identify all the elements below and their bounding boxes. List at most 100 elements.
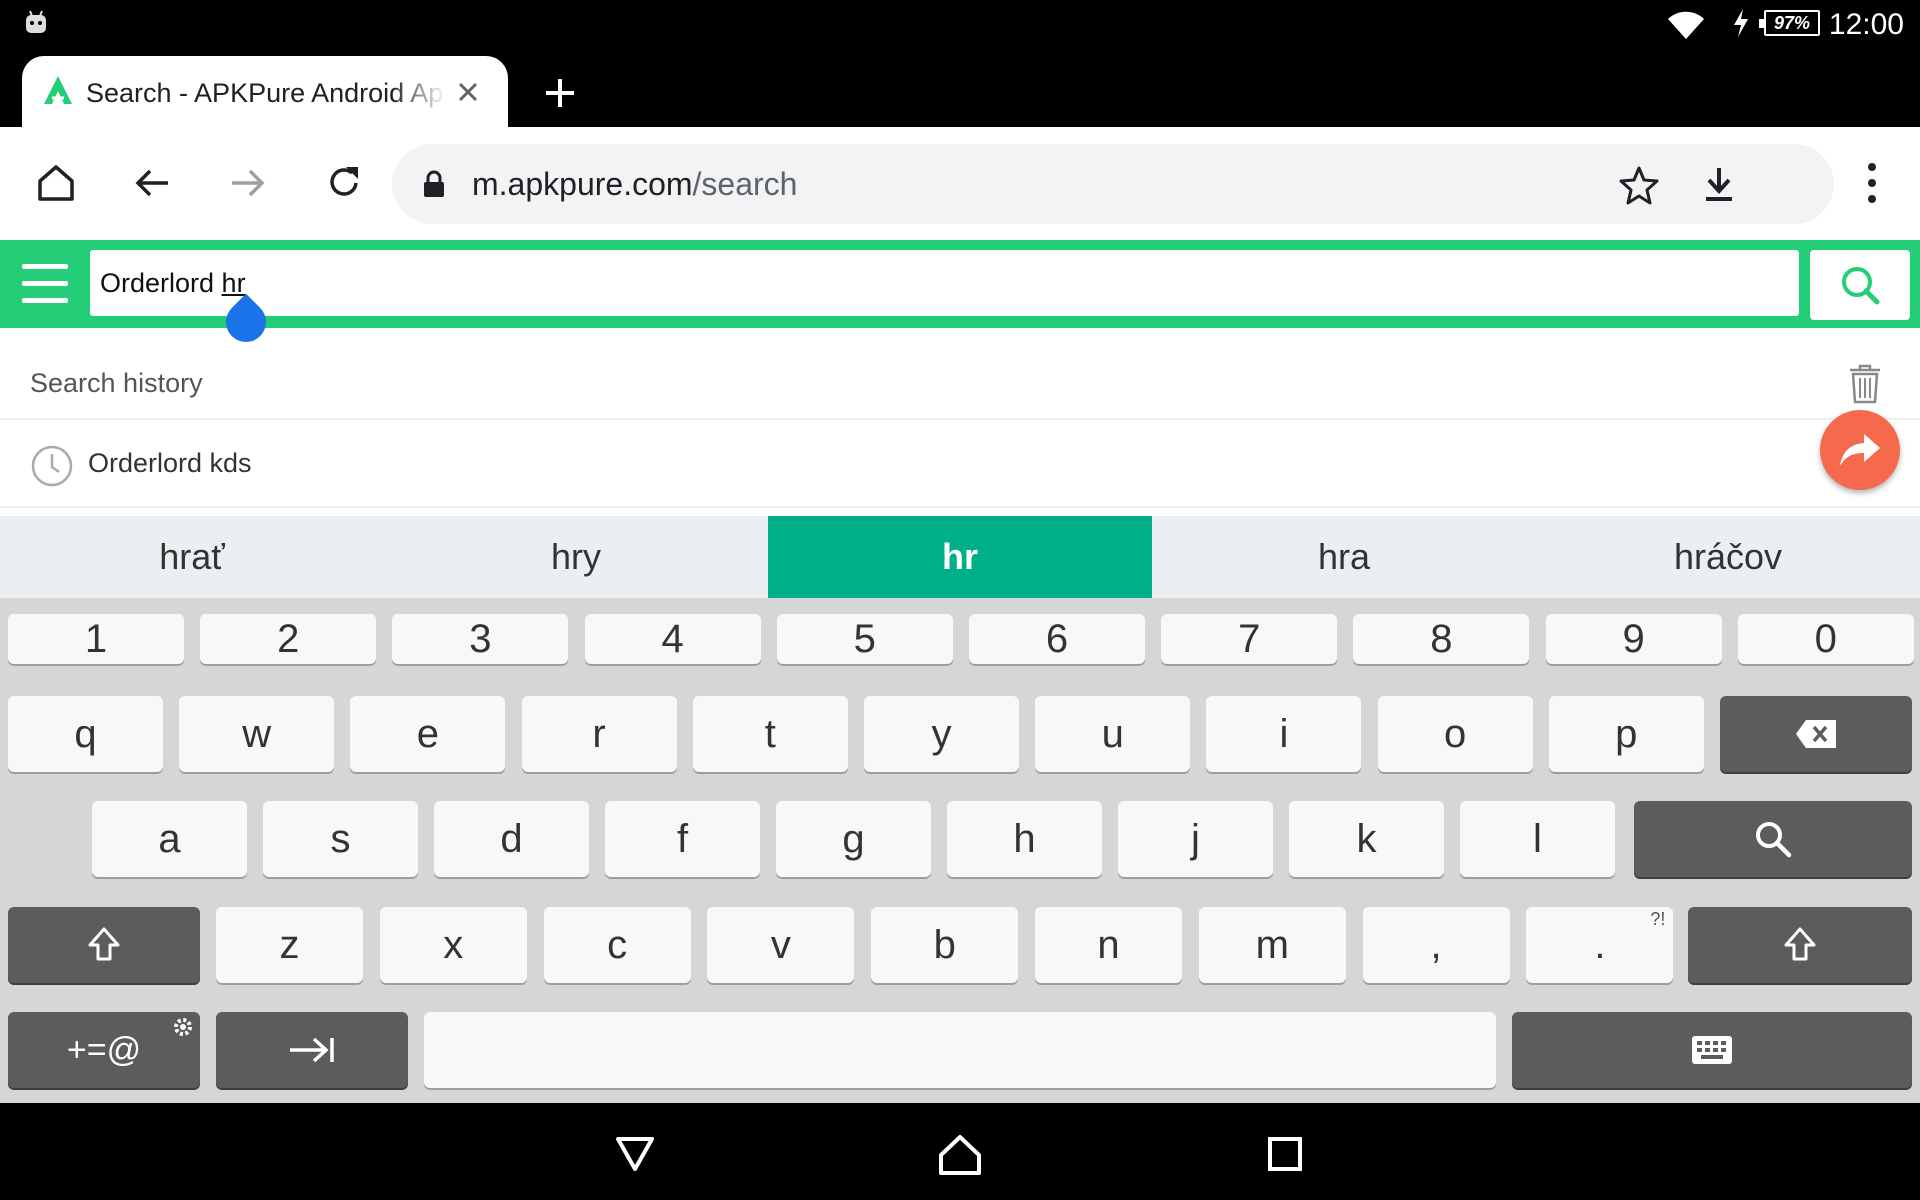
number-key[interactable]: 7 (1161, 614, 1338, 664)
letter-key[interactable]: , (1362, 907, 1510, 983)
home-nav-icon[interactable] (935, 1129, 985, 1179)
browser-toolbar: m.apkpure.com/search (0, 127, 1920, 240)
share-button[interactable] (1820, 410, 1900, 490)
bookmark-star-icon[interactable] (1618, 164, 1660, 206)
home-button[interactable] (26, 153, 86, 213)
number-key[interactable]: 9 (1545, 614, 1722, 664)
number-key[interactable]: 8 (1353, 614, 1530, 664)
key-label: 0 (1814, 616, 1837, 661)
number-key[interactable]: 4 (584, 614, 761, 664)
letter-key[interactable]: n (1035, 907, 1182, 983)
reload-button[interactable] (314, 153, 374, 213)
text-cursor-handle[interactable] (217, 293, 275, 351)
key-label: j (1191, 816, 1200, 861)
letter-key[interactable]: r (521, 696, 677, 772)
search-history-header: Search history (0, 350, 1920, 420)
key-label: 8 (1430, 616, 1453, 661)
key-label: k (1356, 816, 1377, 861)
key-label: 6 (1045, 616, 1069, 661)
letter-key[interactable]: s (263, 801, 418, 877)
close-tab-icon[interactable] (450, 74, 486, 110)
suggestion-item[interactable]: hr (768, 516, 1152, 598)
lock-icon (424, 170, 444, 197)
number-key[interactable]: 3 (392, 614, 569, 664)
search-button[interactable] (1810, 250, 1910, 320)
key-label: 1 (84, 616, 108, 661)
letter-key[interactable]: e (350, 696, 506, 772)
key-label: y (931, 711, 952, 756)
shift-icon (88, 927, 120, 961)
letter-key[interactable]: q (8, 696, 163, 772)
key-label: r (592, 711, 606, 756)
letter-key[interactable]: x (379, 907, 527, 983)
number-key[interactable]: 1 (8, 614, 184, 664)
letter-key[interactable]: k (1289, 801, 1444, 877)
letter-key[interactable]: o (1377, 696, 1533, 772)
backspace-icon (1796, 720, 1836, 748)
forward-button[interactable] (218, 153, 278, 213)
symbols-key[interactable]: +=@ (8, 1012, 200, 1088)
backspace-key[interactable] (1720, 696, 1912, 772)
search-key[interactable] (1634, 801, 1912, 877)
letter-key[interactable]: j (1118, 801, 1273, 877)
home-icon (38, 165, 74, 201)
back-arrow-icon (135, 169, 168, 197)
key-label: e (416, 711, 440, 756)
keyboard-icon (1692, 1036, 1732, 1064)
letter-key[interactable]: p (1548, 696, 1704, 772)
key-label: v (770, 922, 791, 967)
letter-key[interactable]: u (1035, 696, 1191, 772)
hide-keyboard-key[interactable] (1512, 1012, 1912, 1088)
suggestion-item[interactable]: hry (384, 516, 768, 598)
letter-key[interactable]: l (1460, 801, 1615, 877)
letter-key[interactable]: g (776, 801, 931, 877)
shift-key-left[interactable] (8, 907, 200, 983)
browser-tab[interactable]: Search - APKPure Android Apps (22, 56, 508, 127)
search-input[interactable]: Orderlord hr (90, 250, 1799, 351)
hamburger-menu-icon[interactable] (22, 264, 68, 304)
letter-key[interactable]: .?! (1526, 907, 1674, 983)
letter-key[interactable]: c (543, 907, 691, 983)
letter-key[interactable]: b (871, 907, 1019, 983)
back-triangle-icon[interactable] (610, 1129, 660, 1179)
suggestion-item[interactable]: hráčov (1536, 516, 1920, 598)
letter-key[interactable]: w (179, 696, 335, 772)
letter-key[interactable]: d (434, 801, 589, 877)
key-label: z (279, 922, 300, 967)
overflow-menu-icon[interactable] (1848, 153, 1896, 213)
key-label: 4 (661, 616, 684, 661)
space-key[interactable] (424, 1012, 1496, 1088)
letter-key[interactable]: m (1198, 907, 1346, 983)
new-tab-icon[interactable] (540, 73, 580, 113)
number-key[interactable]: 5 (776, 614, 953, 664)
letter-key[interactable]: t (692, 696, 848, 772)
recents-square-icon[interactable] (1260, 1129, 1310, 1179)
key-label: l (1533, 816, 1542, 861)
back-button[interactable] (122, 153, 182, 213)
trash-icon[interactable] (1846, 362, 1884, 406)
soft-keyboard: hrať hry hr hra hráčov 1 2 3 4 5 6 7 8 9 0 q w e r t y u i o p a… (0, 516, 1920, 1103)
navigation-bar (0, 1103, 1920, 1200)
key-label: d (500, 816, 523, 861)
letter-key[interactable]: f (605, 801, 760, 877)
number-key[interactable]: 0 (1737, 614, 1914, 664)
search-query-prefix: Orderlord (100, 268, 222, 298)
tab-key[interactable] (216, 1012, 408, 1088)
letter-key[interactable]: v (707, 907, 855, 983)
key-label: x (443, 922, 464, 967)
suggestion-item[interactable]: hra (1152, 516, 1536, 598)
letter-key[interactable]: i (1206, 696, 1362, 772)
letter-key[interactable]: h (947, 801, 1102, 877)
letter-key[interactable]: a (92, 801, 247, 877)
clock: 12:00 (1828, 8, 1904, 41)
letter-key[interactable]: z (216, 907, 363, 983)
history-list-item[interactable]: Orderlord kds (0, 422, 1920, 508)
address-bar[interactable]: m.apkpure.com/search (392, 144, 1834, 224)
suggestion-item[interactable]: hrať (0, 516, 384, 598)
url-domain: m.apkpure.com (472, 166, 693, 202)
shift-key-right[interactable] (1688, 907, 1912, 983)
number-key[interactable]: 6 (969, 614, 1145, 664)
download-icon[interactable] (1698, 164, 1740, 206)
letter-key[interactable]: y (864, 696, 1019, 772)
number-key[interactable]: 2 (200, 614, 377, 664)
